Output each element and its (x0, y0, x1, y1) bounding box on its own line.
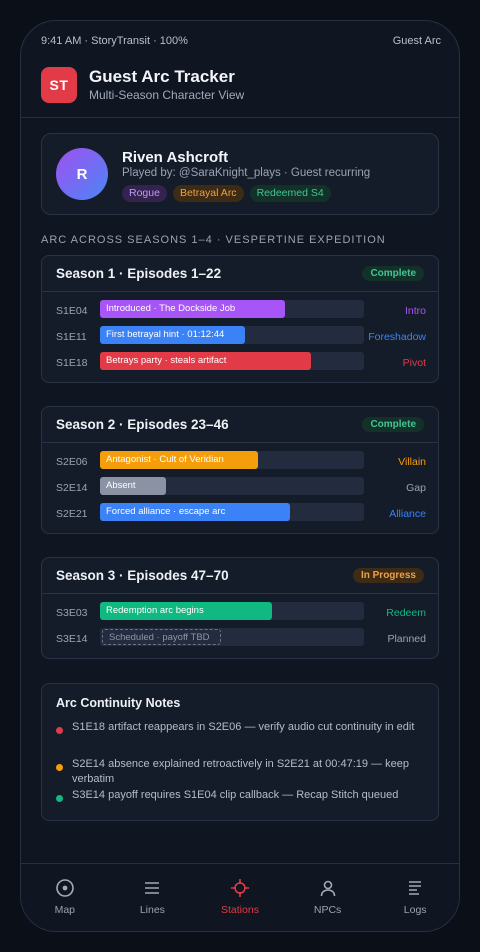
arc-bar[interactable]: Scheduled · payoff TBD (102, 629, 221, 645)
phone-frame: 9:41 AM · StoryTransit · 100% Guest Arc … (20, 20, 460, 932)
status-bar: 9:41 AM · StoryTransit · 100% Guest Arc (41, 35, 441, 49)
note-dot-green (56, 795, 63, 802)
arc-role: Planned (387, 633, 426, 645)
logs-icon (405, 878, 425, 898)
season-title: Season 2 · Episodes 23–46 (56, 417, 229, 432)
episode-row[interactable]: S1E18 Betrays party · steals artifact Pivo… (42, 352, 438, 378)
character-name: Riven Ashcroft (122, 149, 229, 166)
episode-code: S1E18 (56, 357, 88, 369)
arc-track: Absent (100, 477, 364, 495)
stations-icon (230, 878, 250, 898)
episode-code: S2E06 (56, 456, 88, 468)
nav-npcs[interactable]: NPCs (284, 864, 372, 931)
note-item: S1E18 artifact reappears in S2E06 — veri… (72, 721, 415, 733)
episode-code: S1E11 (56, 331, 87, 343)
season-header: Season 3 · Episodes 47–70 In Progress (42, 558, 438, 594)
episode-code: S1E04 (56, 305, 88, 317)
arc-track: Introduced · The Dockside Job (100, 300, 364, 318)
nav-stations[interactable]: Stations (196, 864, 284, 931)
arc-role: Alliance (389, 508, 426, 520)
tag-betrayal-arc[interactable]: Betrayal Arc (172, 185, 244, 202)
continuity-notes: Arc Continuity Notes S1E18 artifact reap… (41, 683, 439, 821)
season-title: Season 1 · Episodes 1–22 (56, 266, 222, 281)
episode-code: S2E14 (56, 482, 88, 494)
status-badge: Complete (362, 417, 424, 432)
arc-bar[interactable]: Redemption arc begins (100, 602, 272, 620)
nav-map[interactable]: Map (21, 864, 109, 931)
episode-code: S3E03 (56, 607, 88, 619)
arc-role: Gap (406, 482, 426, 494)
nav-lines-label: Lines (139, 904, 165, 916)
season-header: Season 1 · Episodes 1–22 Complete (42, 256, 438, 292)
nav-logs[interactable]: Logs (371, 864, 459, 931)
nav-logs-label: Logs (403, 904, 427, 916)
episode-row[interactable]: S1E04 Introduced · The Dockside Job Intro (42, 300, 438, 326)
arc-role: Pivot (402, 357, 426, 369)
arc-track: Forced alliance · escape arc (100, 503, 364, 521)
status-badge: Complete (362, 266, 424, 281)
arc-track: Scheduled · payoff TBD (100, 628, 364, 646)
episode-row[interactable]: S2E21 Forced alliance · escape arc Allianc… (42, 503, 438, 529)
npcs-icon (318, 878, 338, 898)
section-label: ARC ACROSS SEASONS 1–4 · VESPERTINE EXPE… (41, 234, 386, 246)
arc-bar[interactable]: First betrayal hint · 01:12:44 (100, 326, 245, 344)
season-title: Season 3 · Episodes 47–70 (56, 568, 229, 583)
episode-row[interactable]: S2E14 Absent Gap (42, 477, 438, 503)
nav-lines[interactable]: Lines (109, 864, 197, 931)
season-card[interactable]: Season 3 · Episodes 47–70 In Progress S3E0… (41, 557, 439, 659)
arc-bar[interactable]: Introduced · The Dockside Job (100, 300, 285, 318)
arc-role: Redeem (386, 607, 426, 619)
status-right: Guest Arc (392, 35, 441, 47)
map-icon (55, 878, 75, 898)
season-header: Season 2 · Episodes 23–46 Complete (42, 407, 438, 443)
tag-list: Rogue Betrayal Arc Redeemed S4 (122, 185, 331, 202)
tag-rogue[interactable]: Rogue (122, 185, 167, 202)
nav-npcs-label: NPCs (313, 904, 342, 916)
episode-row[interactable]: S3E14 Scheduled · payoff TBD Planned (42, 628, 438, 654)
season-card[interactable]: Season 1 · Episodes 1–22 Complete S1E04 Int… (41, 255, 439, 383)
arc-bar[interactable]: Forced alliance · escape arc (100, 503, 290, 521)
note-item: S3E14 payoff requires S1E04 clip callbac… (72, 789, 399, 801)
app-header: ST Guest Arc Tracker Multi-Season Charac… (41, 65, 439, 105)
arc-track: First betrayal hint · 01:12:44 (100, 326, 364, 344)
nav-stations-label: Stations (221, 904, 259, 916)
status-badge: In Progress (352, 568, 424, 583)
arc-bar[interactable]: Antagonist · Cult of Veridian (100, 451, 258, 469)
episode-row[interactable]: S2E06 Antagonist · Cult of Veridian Villai… (42, 451, 438, 477)
note-item: S2E14 absence explained retroactively in… (72, 758, 409, 785)
bottom-nav: Map Lines Stations NPCs Logs (21, 863, 459, 931)
note-dot-red (56, 727, 63, 734)
tag-redeemed[interactable]: Redeemed S4 (249, 185, 331, 202)
arc-role: Intro (404, 305, 426, 317)
played-by: Played by: @SaraKnight_plays · Guest rec… (122, 167, 371, 179)
app-logo: ST (41, 67, 77, 103)
arc-bar[interactable]: Absent (100, 477, 166, 495)
arc-track: Antagonist · Cult of Veridian (100, 451, 364, 469)
episode-code: S2E21 (56, 508, 88, 520)
character-profile-card[interactable]: R Riven Ashcroft Played by: @SaraKnight_… (41, 133, 439, 215)
avatar: R (56, 148, 108, 200)
arc-bar[interactable]: Betrays party · steals artifact (100, 352, 311, 370)
header-divider (21, 117, 459, 118)
arc-role: Foreshadow (368, 331, 426, 343)
nav-map-label: Map (54, 904, 76, 916)
episode-row[interactable]: S1E11 First betrayal hint · 01:12:44 Fores… (42, 326, 438, 352)
episode-code: S3E14 (56, 633, 88, 645)
app-title: Guest Arc Tracker (89, 67, 235, 86)
season-card[interactable]: Season 2 · Episodes 23–46 Complete S2E06 An… (41, 406, 439, 534)
lines-icon (142, 878, 162, 898)
notes-title: Arc Continuity Notes (56, 696, 181, 710)
status-left: 9:41 AM · StoryTransit · 100% (41, 35, 188, 47)
note-dot-orange (56, 764, 63, 771)
episode-row[interactable]: S3E03 Redemption arc begins Redeem (42, 602, 438, 628)
arc-role: Villain (398, 456, 426, 468)
arc-track: Redemption arc begins (100, 602, 364, 620)
arc-track: Betrays party · steals artifact (100, 352, 364, 370)
app-subtitle: Multi-Season Character View (89, 88, 245, 102)
